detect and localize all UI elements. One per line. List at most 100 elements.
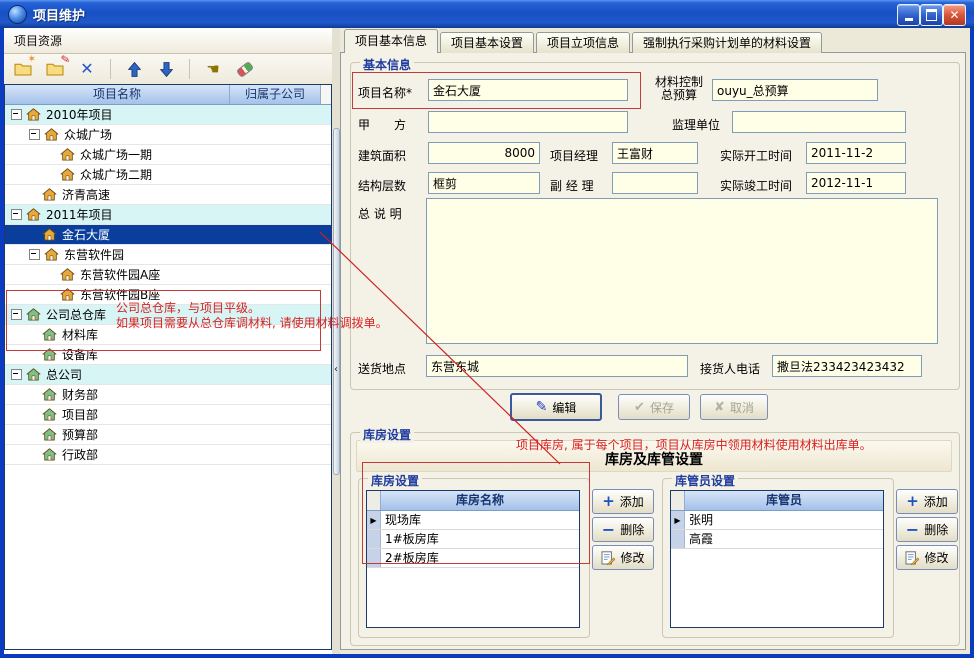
deputy-input[interactable]: [612, 172, 698, 194]
tree-item-zhongcheng-1[interactable]: 众城广场一期: [5, 145, 331, 165]
delete-icon: ✕: [80, 61, 93, 77]
tree-item-project-dept[interactable]: 项目部: [5, 405, 331, 425]
receiver-input[interactable]: [772, 355, 922, 377]
splitter-collapse-icon[interactable]: ‹: [332, 364, 340, 375]
warehouse-outer-group-label: 库房设置: [360, 426, 414, 443]
keeper-delete-button[interactable]: − 删除: [896, 517, 958, 542]
start-date-input[interactable]: [806, 142, 906, 164]
tree-item-equipment-store[interactable]: 设备库: [5, 345, 331, 365]
budget-input[interactable]: [712, 79, 878, 101]
table-row[interactable]: 2#板房库: [367, 549, 579, 568]
collapse-icon[interactable]: [11, 109, 22, 120]
plus-icon: +: [602, 494, 615, 509]
cancel-button[interactable]: ✘ 取消: [700, 394, 768, 420]
tree-item-finance-dept[interactable]: 财务部: [5, 385, 331, 405]
house-icon: [42, 388, 57, 401]
keeper-modify-button[interactable]: 修改: [896, 545, 958, 570]
supervisor-input[interactable]: [732, 111, 906, 133]
minus-icon: −: [906, 522, 919, 538]
tree-item-admin-dept[interactable]: 行政部: [5, 445, 331, 465]
eraser-icon: [236, 61, 254, 78]
eraser-button[interactable]: [234, 58, 256, 80]
tree-note-line2: 如果项目需要从总仓库调材料, 请使用材料调拨单。: [116, 314, 388, 331]
panel-splitter[interactable]: ‹: [332, 28, 340, 654]
collapse-icon[interactable]: [11, 209, 22, 220]
party-a-input[interactable]: [428, 111, 628, 133]
tree-item-2011[interactable]: 2011年项目: [5, 205, 331, 225]
table-row[interactable]: ▶ 张明: [671, 511, 883, 530]
maximize-icon: [926, 9, 937, 21]
collapse-icon[interactable]: [29, 249, 40, 260]
structure-input[interactable]: [428, 172, 540, 194]
tree-item-jiqing[interactable]: 济青高速: [5, 185, 331, 205]
column-header-project-name[interactable]: 项目名称: [5, 85, 230, 104]
modify-icon: [905, 551, 919, 565]
house-icon: [60, 268, 75, 281]
warehouse-modify-button[interactable]: 修改: [592, 545, 654, 570]
save-button[interactable]: ✔ 保存: [618, 394, 690, 420]
party-a-label: 甲 方: [358, 116, 406, 133]
move-up-button[interactable]: [123, 58, 145, 80]
summary-label: 总 说 明: [358, 205, 402, 222]
tab-project-approval-info[interactable]: 项目立项信息: [536, 32, 630, 53]
hand-icon: ☚: [206, 62, 219, 77]
summary-textarea[interactable]: [426, 198, 938, 344]
warehouse-note: 项目库房, 属于每个项目，项目从库房中领用材料使用材料出库单。: [516, 436, 872, 453]
tree-item-head-office[interactable]: 总公司: [5, 365, 331, 385]
budget-label: 材料控制 总预算: [650, 76, 708, 102]
splitter-handle[interactable]: [333, 128, 340, 475]
minus-icon: −: [602, 522, 615, 538]
tree-header-row: 项目名称 归属子公司: [5, 85, 331, 105]
tree-item-budget-dept[interactable]: 预算部: [5, 425, 331, 445]
tree-header-filler: [321, 85, 331, 104]
keeper-group-label: 库管员设置: [672, 472, 738, 489]
tab-project-basic-settings[interactable]: 项目基本设置: [440, 32, 534, 53]
left-panel-title: 项目资源: [14, 32, 62, 49]
manager-input[interactable]: [612, 142, 698, 164]
collapse-icon[interactable]: [29, 129, 40, 140]
warehouse-delete-button[interactable]: − 删除: [592, 517, 654, 542]
delete-button[interactable]: ✕: [76, 58, 98, 80]
table-row[interactable]: 1#板房库: [367, 530, 579, 549]
house-icon: [26, 308, 41, 321]
house-icon: [26, 108, 41, 121]
new-folder-button[interactable]: ✶: [12, 58, 34, 80]
edit-folder-button[interactable]: ✎: [44, 58, 66, 80]
move-down-button[interactable]: [155, 58, 177, 80]
edit-pen-icon: ✎: [536, 400, 548, 414]
app-icon: [8, 5, 27, 24]
end-date-input[interactable]: [806, 172, 906, 194]
keeper-add-button[interactable]: + 添加: [896, 489, 958, 514]
area-input[interactable]: [428, 142, 540, 164]
structure-label: 结构层数: [358, 177, 406, 194]
collapse-icon[interactable]: [11, 369, 22, 380]
table-row[interactable]: ▶ 现场库: [367, 511, 579, 530]
tree-item-2010[interactable]: 2010年项目: [5, 105, 331, 125]
manager-label: 项目经理: [550, 147, 598, 164]
project-name-input[interactable]: [428, 79, 628, 101]
delivery-input[interactable]: [426, 355, 688, 377]
warehouse-add-button[interactable]: + 添加: [592, 489, 654, 514]
tree-item-jinshi-selected[interactable]: 金石大厦: [5, 225, 331, 245]
minimize-button[interactable]: [897, 4, 920, 26]
table-row[interactable]: 高霞: [671, 530, 883, 549]
supervisor-label: 监理单位: [672, 116, 720, 133]
tab-project-basic-info[interactable]: 项目基本信息: [344, 29, 438, 53]
tab-forced-purchase-plan-materials[interactable]: 强制执行采购计划单的材料设置: [632, 32, 822, 53]
start-date-label: 实际开工时间: [720, 147, 792, 164]
edit-button[interactable]: ✎ 编辑: [510, 393, 602, 421]
tree-toolbar: ✶ ✎ ✕ ☚: [4, 54, 332, 84]
warehouse-group-label: 库房设置: [368, 472, 422, 489]
house-icon: [42, 328, 57, 341]
house-icon: [26, 208, 41, 221]
column-header-subcompany[interactable]: 归属子公司: [230, 85, 321, 104]
close-button[interactable]: ✕: [943, 4, 966, 26]
modify-icon: [601, 551, 615, 565]
tree-item-dongying-a[interactable]: 东营软件园A座: [5, 265, 331, 285]
maximize-button[interactable]: [920, 4, 943, 26]
collapse-icon[interactable]: [11, 309, 22, 320]
tree-item-dongying-park[interactable]: 东营软件园: [5, 245, 331, 265]
hand-button[interactable]: ☚: [202, 58, 224, 80]
tree-item-zhongcheng-2[interactable]: 众城广场二期: [5, 165, 331, 185]
tree-item-zhongcheng[interactable]: 众城广场: [5, 125, 331, 145]
